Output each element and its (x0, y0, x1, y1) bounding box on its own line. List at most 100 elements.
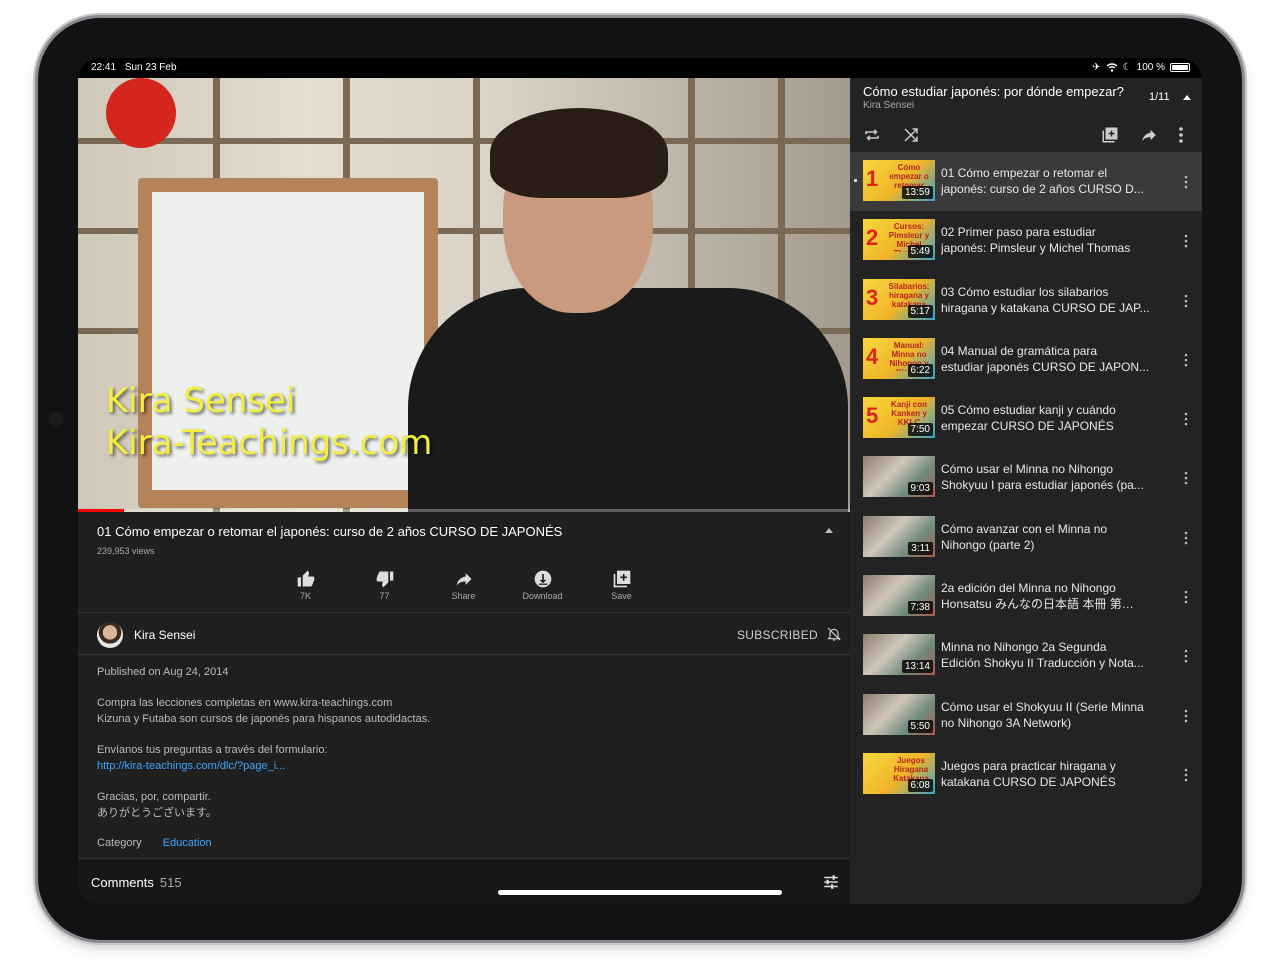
video-title: 01 Cómo empezar o retomar el japonés: cu… (97, 524, 563, 539)
video-thumbnail: 9:03 (863, 456, 935, 498)
add-to-playlist-icon (613, 570, 630, 588)
playlist-item[interactable]: 4 Manual: Minna no Nihongo y Kizuna 6:22… (850, 330, 1202, 389)
like-count: 7K (299, 591, 311, 601)
video-thumbnail: Juegos Hiragana Katakana 6:08 (863, 752, 935, 794)
video-duration: 13:59 (901, 186, 933, 199)
loop-icon[interactable] (863, 126, 881, 144)
share-button[interactable]: Share (424, 569, 503, 601)
video-duration: 5:49 (907, 245, 933, 259)
item-more-icon[interactable] (1184, 531, 1188, 545)
watermark-site: Kira-Teachings.com (106, 423, 433, 463)
item-more-icon[interactable] (1184, 768, 1188, 782)
playlist-item[interactable]: 5:50 Cómo usar el Shokyuu II (Serie Minn… (850, 686, 1202, 745)
video-description: Published on Aug 24, 2014 Compra las lec… (97, 664, 797, 821)
item-more-icon[interactable] (1184, 234, 1188, 248)
playlist-item[interactable]: Juegos Hiragana Katakana 6:08 Juegos par… (850, 745, 1202, 804)
comments-bar[interactable]: Comments 515 (78, 858, 850, 904)
playlist-item[interactable]: 7:38 2a edición del Minna no Nihongo Hons… (850, 567, 1202, 626)
video-title: Minna no Nihongo 2a Segunda Edición Shoky… (941, 640, 1144, 671)
video-thumbnail: 4 Manual: Minna no Nihongo y Kizuna 6:22 (863, 337, 935, 379)
notifications-off-icon[interactable] (826, 626, 842, 642)
screen: 22:41 Sun 23 Feb ✈ ☾ 100 % Kira Sensei K… (78, 58, 1202, 904)
item-more-icon[interactable] (1184, 590, 1188, 604)
home-indicator[interactable] (498, 890, 782, 895)
thumbs-down-icon (376, 571, 393, 588)
playlist-items: 1 Cómo empezar o retomar 13:59 01 Cómo e… (850, 152, 1202, 804)
battery-icon (1170, 63, 1190, 72)
share-playlist-icon[interactable] (1140, 126, 1158, 144)
playlist-channel: Kira Sensei (863, 100, 915, 111)
thumbnail-number: 2 (866, 225, 879, 251)
dislike-count: 77 (379, 591, 390, 601)
more-options-icon[interactable] (1178, 126, 1184, 144)
item-more-icon[interactable] (1184, 353, 1188, 367)
item-more-icon[interactable] (1184, 412, 1188, 426)
video-thumbnail: 13:14 (863, 634, 935, 676)
video-thumbnail: 7:38 (863, 575, 935, 617)
item-more-icon[interactable] (1184, 175, 1188, 189)
video-title: Cómo usar el Minna no Nihongo Shokyuu I p… (941, 462, 1144, 493)
presenter-body (408, 288, 848, 512)
video-duration: 9:03 (907, 482, 933, 496)
playlist-item[interactable]: 2 Cursos: Pimsleur y Michel Thomas 5:49 … (850, 211, 1202, 270)
item-more-icon[interactable] (1184, 709, 1188, 723)
playlist-item[interactable]: 1 Cómo empezar o retomar 13:59 01 Cómo e… (850, 152, 1202, 212)
playlist-item[interactable]: 3 Silabarios: hiragana y katakana 5:17 0… (850, 271, 1202, 330)
save-playlist-icon[interactable] (1101, 126, 1119, 144)
sort-comments-icon[interactable] (822, 873, 840, 891)
video-title: Juegos para practicar hiragana y katakana… (941, 758, 1116, 789)
description-line: Gracias, por, compartir. (97, 791, 211, 803)
channel-name[interactable]: Kira Sensei (134, 628, 195, 642)
description-link[interactable]: http://kira-teachings.com/dlc/?page_i... (97, 758, 797, 774)
playlist-item[interactable]: 9:03 Cómo usar el Minna no Nihongo Shokyu… (850, 448, 1202, 507)
comments-count: 515 (159, 875, 182, 890)
playlist-position: 1/11 (1149, 91, 1170, 103)
comments-label: Comments 515 (91, 875, 182, 890)
comments-title: Comments (91, 875, 154, 890)
airplane-icon: ✈ (1092, 62, 1101, 73)
save-button[interactable]: Save (582, 569, 661, 601)
description-line: Envíanos tus preguntas a través del form… (97, 744, 328, 756)
video-title: 01 Cómo empezar o retomar el japonés: cur… (941, 166, 1144, 196)
video-player[interactable]: Kira Sensei Kira-Teachings.com (78, 78, 850, 512)
video-thumbnail: 2 Cursos: Pimsleur y Michel Thomas 5:49 (863, 219, 935, 261)
channel-row: Kira Sensei SUBSCRIBED (97, 622, 842, 648)
description-line: Kizuna y Futaba son cursos de japonés pa… (97, 713, 431, 725)
like-button[interactable]: 7K (266, 569, 345, 601)
video-thumbnail: 3 Silabarios: hiragana y katakana 5:17 (863, 278, 935, 320)
divider (78, 612, 850, 613)
video-info-panel: 01 Cómo empezar o retomar el japonés: cu… (78, 512, 850, 904)
status-date: Sun 23 Feb (124, 62, 177, 73)
item-more-icon[interactable] (1184, 471, 1188, 485)
playlist-item[interactable]: 3:11 Cómo avanzar con el Minna no Nihongo… (850, 508, 1202, 567)
thumbnail-number: 1 (866, 166, 879, 191)
video-title: Cómo avanzar con el Minna no Nihongo (par… (941, 521, 1108, 552)
share-label: Share (451, 591, 476, 601)
item-more-icon[interactable] (1184, 294, 1188, 308)
category-value-link[interactable]: Education (163, 837, 212, 849)
channel-avatar[interactable] (97, 622, 123, 648)
thumbs-up-icon (297, 570, 314, 587)
share-icon (456, 573, 471, 586)
thumbnail-number: 5 (866, 403, 879, 429)
category-row: Category Education (97, 837, 212, 849)
video-title: 2a edición del Minna no Nihongo Honsatsu … (941, 581, 1134, 612)
status-bar: 22:41 Sun 23 Feb ✈ ☾ 100 % (78, 58, 1202, 78)
shuffle-icon[interactable] (902, 126, 920, 144)
video-thumbnail: 5:50 (863, 693, 935, 735)
playlist-item[interactable]: 5 Kanji con Kanken y KKLC 7:50 05 Cómo e… (850, 389, 1202, 448)
playlist-item[interactable]: 13:14 Minna no Nihongo 2a Segunda Edición… (850, 626, 1202, 685)
collapse-playlist-icon[interactable] (1183, 95, 1191, 100)
collapse-description-icon[interactable] (825, 528, 833, 533)
published-date: Published on Aug 24, 2014 (97, 666, 229, 678)
video-duration: 5:17 (907, 304, 933, 318)
playlist-title: Cómo estudiar japonés: por dónde empezar… (863, 84, 1124, 99)
moon-icon: ☾ (1122, 62, 1132, 73)
rising-sun-decoration (106, 78, 176, 148)
video-title: 03 Cómo estudiar los silabarios hiragana … (941, 284, 1150, 315)
watermark-name: Kira Sensei (106, 381, 296, 421)
item-more-icon[interactable] (1184, 649, 1188, 663)
download-button[interactable]: Download (503, 569, 582, 601)
subscribed-button[interactable]: SUBSCRIBED (737, 628, 818, 642)
dislike-button[interactable]: 77 (345, 569, 424, 601)
